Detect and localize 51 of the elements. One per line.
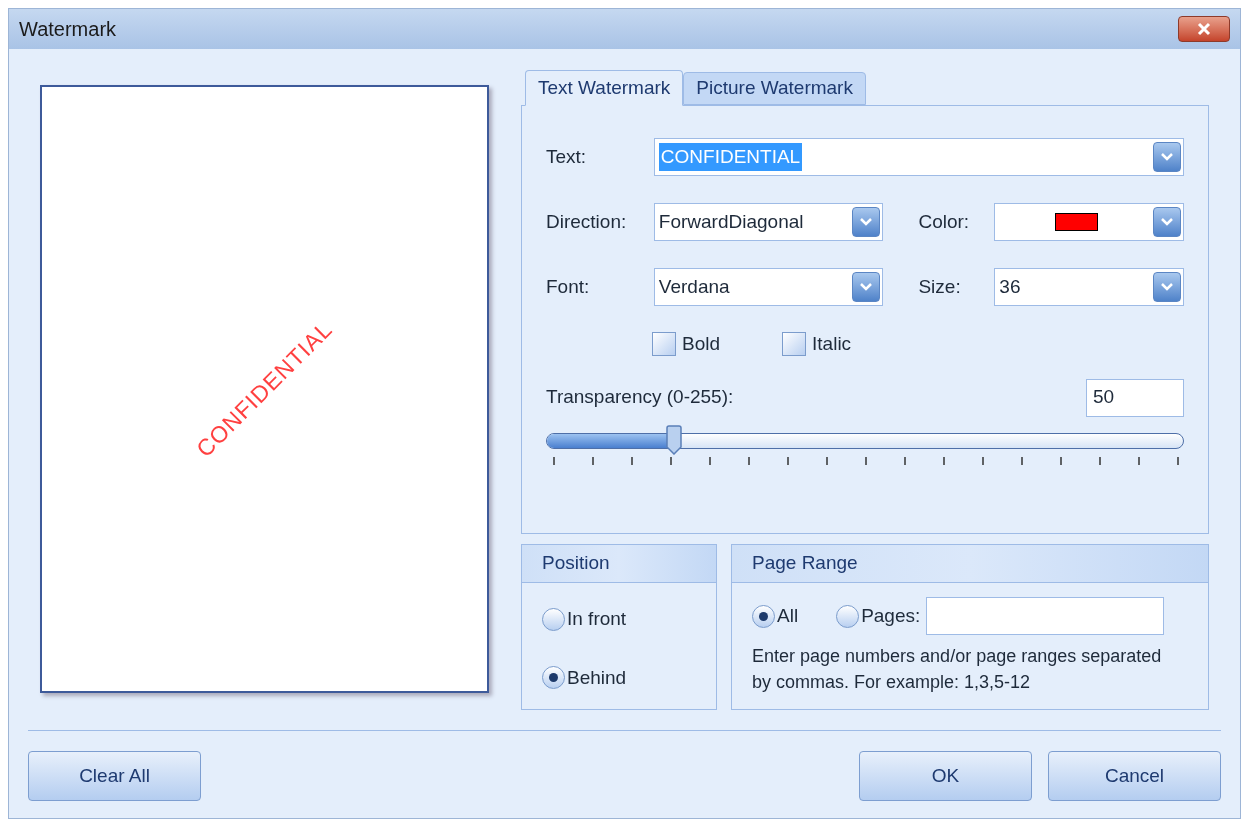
hint-text: Enter page numbers and/or page ranges separated by commas. For example: 1,3,5-12 xyxy=(752,645,1162,694)
dropdown-field[interactable] xyxy=(994,203,1184,241)
group-header: Page Range xyxy=(732,545,1208,583)
radio-button[interactable] xyxy=(836,604,860,628)
dropdown-arrow-button[interactable] xyxy=(1153,207,1181,237)
radio-button[interactable] xyxy=(542,666,565,690)
chevron-down-icon xyxy=(1160,152,1174,162)
chevron-down-icon xyxy=(1160,217,1174,227)
chevron-down-icon xyxy=(859,217,874,227)
slider-track[interactable] xyxy=(546,432,1184,449)
field-label: Color: xyxy=(917,209,971,234)
radio-label: Pages: xyxy=(861,603,921,628)
field-value: ForwardDiagonal xyxy=(658,209,804,234)
dropdown-arrow-button[interactable] xyxy=(1153,142,1181,172)
field-value: Verdana xyxy=(658,274,730,299)
radio-button[interactable] xyxy=(542,607,565,631)
clear-all-button[interactable]: Clear All xyxy=(28,751,201,801)
window-title: Watermark xyxy=(19,17,117,42)
slider-thumb[interactable] xyxy=(664,424,683,455)
dropdown-arrow-button[interactable] xyxy=(1153,272,1181,302)
checkbox[interactable] xyxy=(652,332,676,357)
dropdown-arrow-button[interactable] xyxy=(852,207,881,237)
dropdown-field[interactable]: ForwardDiagonal xyxy=(653,203,884,241)
ok-button[interactable]: OK xyxy=(859,751,1032,801)
radio-label: All xyxy=(777,603,799,628)
chevron-down-icon xyxy=(1160,282,1174,292)
checkbox[interactable] xyxy=(782,332,807,357)
radio-label: Behind xyxy=(567,665,627,690)
dropdown-arrow-button[interactable] xyxy=(852,272,881,302)
close-icon xyxy=(1196,22,1212,36)
cancel-button[interactable]: Cancel xyxy=(1048,751,1221,801)
close-button[interactable] xyxy=(1178,16,1230,42)
tab[interactable]: Picture Watermark xyxy=(683,72,866,105)
tab[interactable]: Text Watermark xyxy=(525,70,684,106)
field-label: Size: xyxy=(917,274,962,299)
text-value: CONFIDENTIAL xyxy=(658,142,803,172)
field-label: Text: xyxy=(546,144,588,169)
radio-button[interactable] xyxy=(752,604,775,628)
field-label: Direction: xyxy=(546,209,628,234)
checkbox-label: Bold xyxy=(682,332,721,356)
field-value: 36 xyxy=(999,274,1021,299)
group-header: Position xyxy=(522,545,716,583)
input-field[interactable]: 50 xyxy=(1086,378,1184,417)
field-label: Font: xyxy=(546,274,591,299)
chevron-down-icon xyxy=(859,282,874,292)
dropdown-field[interactable]: 36 xyxy=(994,268,1184,306)
radio-label: In front xyxy=(567,607,627,631)
dropdown-field[interactable]: Verdana xyxy=(653,268,884,306)
field-label: Transparency (0-255): xyxy=(546,385,734,410)
checkbox-label: Italic xyxy=(812,332,852,356)
pages-input-field[interactable] xyxy=(926,597,1165,635)
